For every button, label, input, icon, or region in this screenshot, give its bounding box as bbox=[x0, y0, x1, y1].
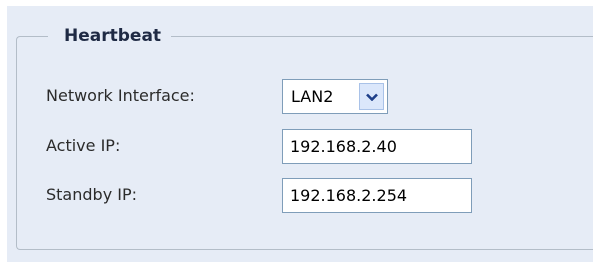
standby-ip-input[interactable] bbox=[282, 178, 472, 213]
standby-ip-label: Standby IP: bbox=[46, 185, 137, 204]
network-interface-select[interactable]: LAN2 bbox=[282, 79, 388, 114]
chevron-down-icon bbox=[365, 93, 378, 101]
network-interface-label: Network Interface: bbox=[46, 86, 195, 105]
dropdown-button[interactable] bbox=[359, 83, 384, 110]
heartbeat-legend: Heartbeat bbox=[48, 25, 172, 47]
active-ip-label: Active IP: bbox=[46, 136, 121, 155]
active-ip-input[interactable] bbox=[282, 129, 472, 164]
network-interface-value: LAN2 bbox=[291, 87, 334, 106]
